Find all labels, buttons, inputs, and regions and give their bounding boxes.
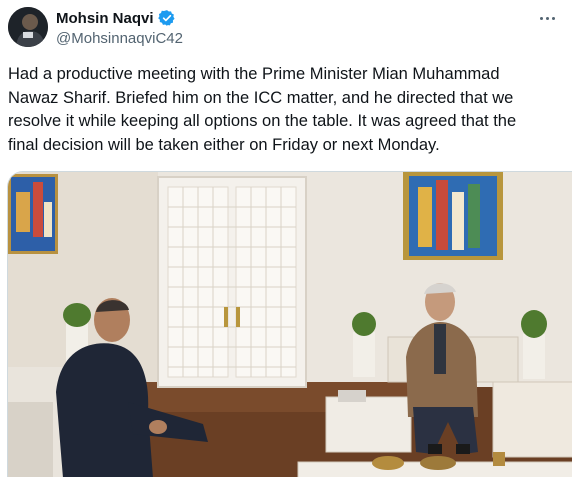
side-table	[325, 390, 412, 453]
more-options-icon[interactable]	[534, 6, 560, 30]
tweet-text-line: Nawaz Sharif. Briefed him on the ICC mat…	[8, 88, 514, 107]
tweet-text-line: Had a productive meeting with the Prime …	[8, 65, 500, 83]
verified-badge-icon	[157, 9, 176, 27]
left-painting	[8, 174, 58, 254]
tweet-text-line: resolve it while keeping all options on …	[8, 112, 517, 130]
author-name-row: Mohsin Naqvi	[56, 9, 176, 27]
tweet-photo[interactable]	[7, 171, 572, 477]
double-door	[157, 176, 307, 388]
author-display-name[interactable]: Mohsin Naqvi	[56, 10, 154, 27]
tweet-text-line: final decision will be taken either on F…	[8, 135, 440, 154]
avatar-image	[8, 7, 48, 47]
author-handle[interactable]: @MohsinnaqviC42	[56, 30, 183, 47]
profile-avatar[interactable]	[8, 7, 48, 47]
tweet-text: Had a productive meeting with the Prime …	[8, 63, 564, 157]
right-painting	[403, 172, 503, 260]
meeting-photo	[8, 172, 572, 477]
